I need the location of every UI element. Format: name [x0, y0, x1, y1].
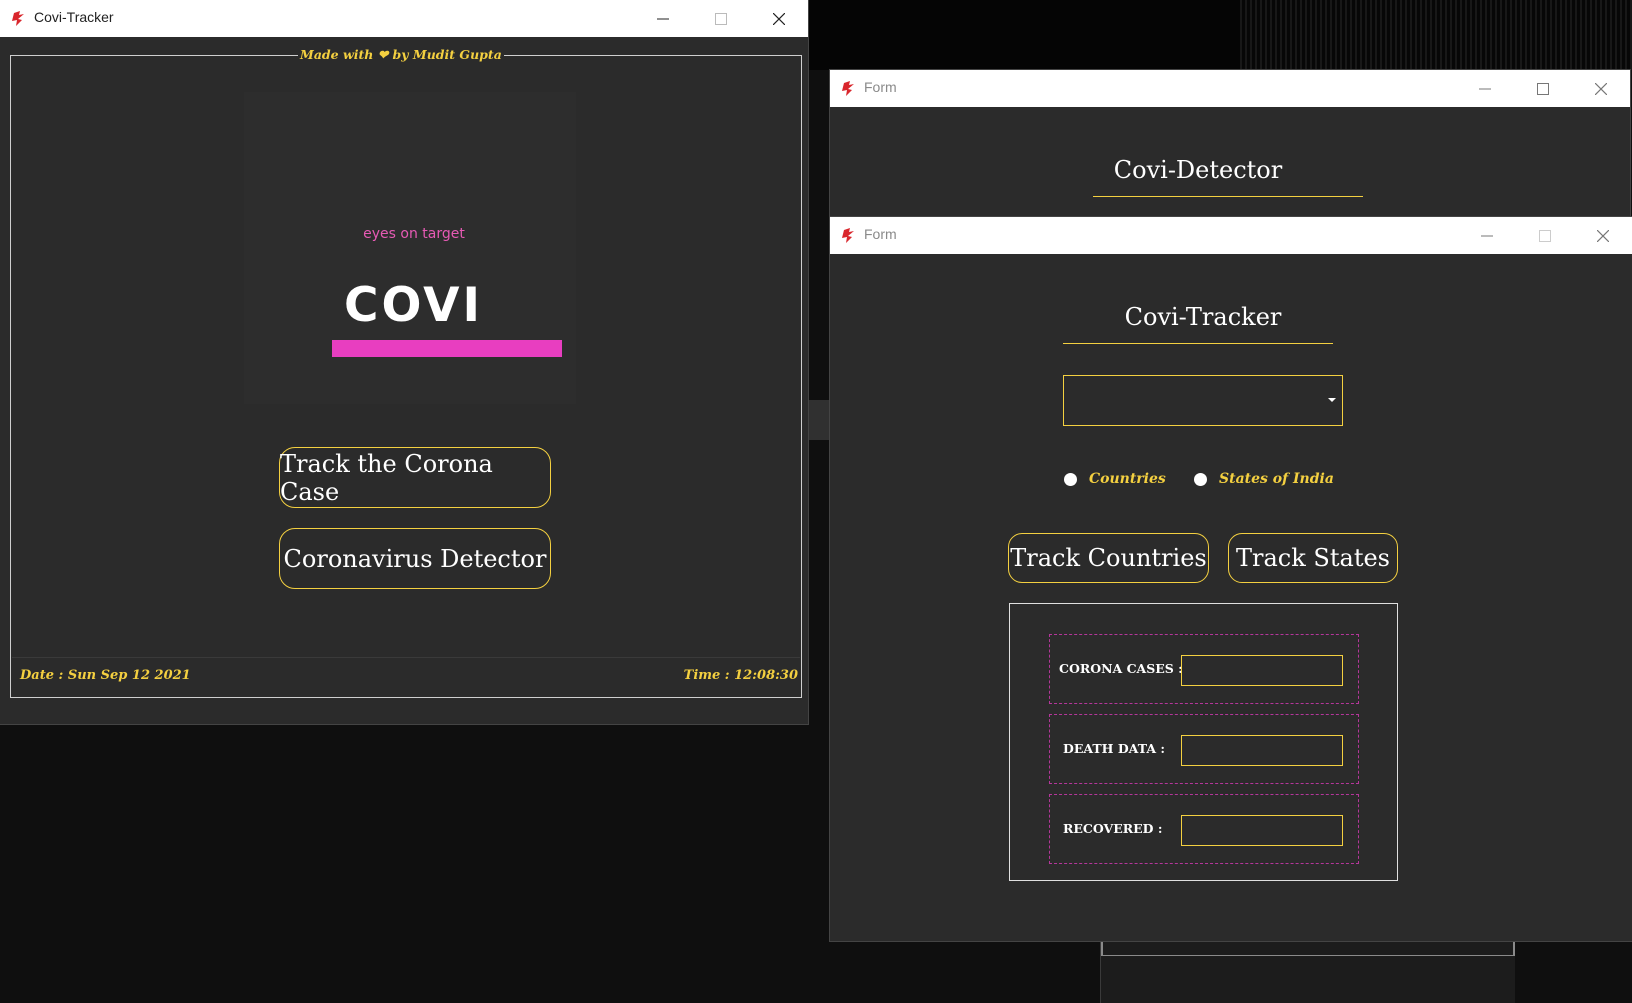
logo-wordmark: COVI	[344, 278, 484, 333]
states-radio-label: States of India	[1219, 471, 1334, 487]
close-button[interactable]	[1574, 217, 1632, 254]
minimize-icon	[1479, 88, 1491, 89]
minimize-button[interactable]	[1456, 70, 1514, 107]
coronavirus-detector-button[interactable]: Coronavirus Detector	[279, 528, 551, 589]
location-dropdown[interactable]	[1063, 375, 1343, 426]
maximize-icon	[715, 12, 727, 25]
detector-heading: Covi-Detector	[1113, 156, 1283, 184]
app-icon	[12, 11, 24, 26]
close-icon	[1597, 229, 1609, 242]
logo-underline-bar	[332, 340, 562, 357]
corona-cases-label: CORONA CASES :	[1059, 661, 1183, 676]
time-label: Time : 12:08:30	[683, 668, 798, 683]
logo-tagline: eyes on target	[363, 226, 465, 242]
states-of-india-radio[interactable]: States of India	[1194, 471, 1334, 487]
radio-circle-icon	[1194, 472, 1207, 486]
window-title: Form	[864, 79, 897, 95]
heading-underline	[1093, 196, 1363, 197]
credit-text: Made with ❤ by Mudit Gupta	[298, 47, 504, 62]
minimize-button[interactable]	[634, 0, 692, 37]
death-data-row: DEATH DATA :	[1049, 714, 1359, 784]
recovered-label: RECOVERED :	[1063, 821, 1163, 836]
title-bar[interactable]: Covi-Tracker	[0, 0, 808, 37]
countries-radio[interactable]: Countries	[1064, 471, 1166, 487]
close-button[interactable]	[1572, 70, 1630, 107]
track-corona-case-button[interactable]: Track the Corona Case	[279, 447, 551, 508]
close-button[interactable]	[750, 0, 808, 37]
track-states-button[interactable]: Track States	[1228, 533, 1398, 583]
radio-circle-icon	[1064, 472, 1077, 486]
death-data-label: DEATH DATA :	[1063, 741, 1165, 756]
covi-tracker-form-window: Form Covi-Tracker Countries States of In…	[830, 217, 1632, 941]
app-icon	[842, 228, 854, 243]
heading-underline	[1063, 343, 1333, 344]
maximize-icon	[1539, 229, 1551, 242]
close-icon	[1595, 82, 1607, 95]
recovered-field[interactable]	[1181, 815, 1343, 846]
title-bar[interactable]: Form	[830, 217, 1632, 254]
footer-divider	[12, 657, 800, 658]
maximize-icon	[1537, 82, 1549, 95]
window-title: Covi-Tracker	[34, 9, 114, 25]
covi-logo: eyes on target COVI	[244, 92, 576, 404]
maximize-button[interactable]	[692, 0, 750, 37]
covi-tracker-main-window: Covi-Tracker Made with ❤ by Mudit Gupta …	[0, 0, 808, 724]
tracker-heading: Covi-Tracker	[1124, 303, 1282, 331]
maximize-button[interactable]	[1514, 70, 1572, 107]
background-window-edge	[808, 400, 832, 440]
minimize-icon	[657, 18, 669, 19]
desktop-wallpaper	[1240, 0, 1632, 70]
title-bar[interactable]: Form	[830, 70, 1630, 107]
countries-radio-label: Countries	[1089, 471, 1166, 487]
minimize-button[interactable]	[1458, 217, 1516, 254]
minimize-icon	[1481, 235, 1493, 236]
date-label: Date : Sun Sep 12 2021	[20, 668, 191, 683]
track-countries-button[interactable]: Track Countries	[1008, 533, 1209, 583]
close-icon	[773, 12, 785, 25]
death-data-field[interactable]	[1181, 735, 1343, 766]
results-panel: CORONA CASES : DEATH DATA : RECOVERED :	[1009, 603, 1398, 881]
maximize-button[interactable]	[1516, 217, 1574, 254]
corona-cases-row: CORONA CASES :	[1049, 634, 1359, 704]
recovered-row: RECOVERED :	[1049, 794, 1359, 864]
window-title: Form	[864, 226, 897, 242]
background-window-border	[1103, 955, 1513, 956]
dropdown-arrow-icon	[1328, 398, 1336, 402]
target-ring-icon	[362, 111, 460, 209]
app-icon	[842, 81, 854, 96]
corona-cases-field[interactable]	[1181, 655, 1343, 686]
